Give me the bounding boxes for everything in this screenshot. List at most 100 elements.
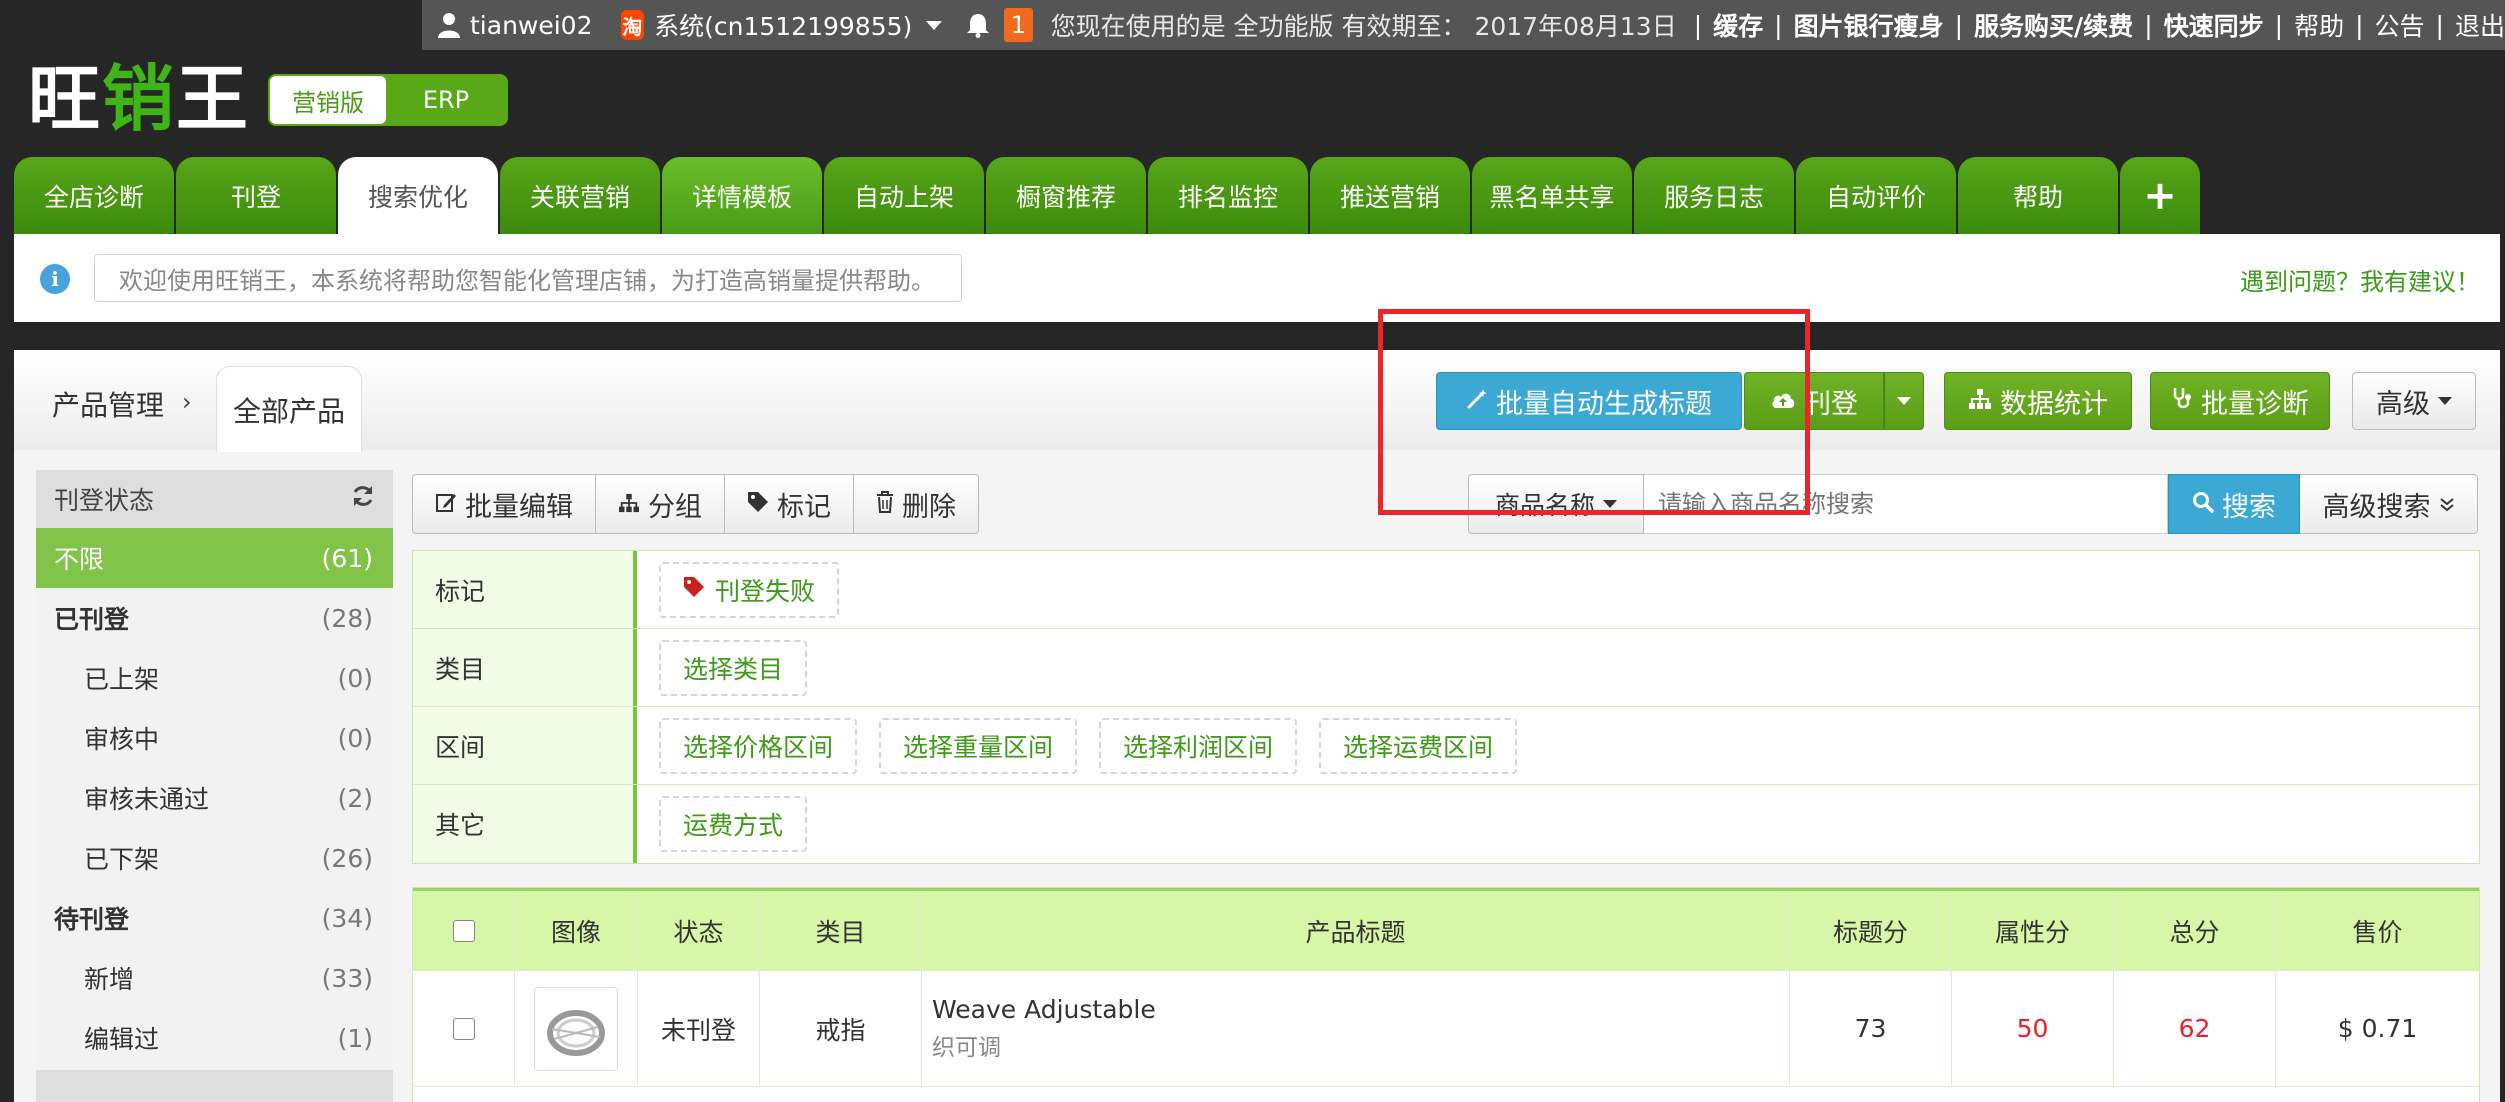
info-icon: i	[40, 264, 70, 294]
system-selector[interactable]: 系统(cn1512199855)	[654, 7, 912, 43]
row-price: $ 0.71	[2337, 1014, 2418, 1043]
delete-button[interactable]: 删除	[854, 475, 978, 533]
service-purchase-link[interactable]: 服务购买/续费	[1974, 7, 2133, 43]
publish-dropdown-button[interactable]	[1884, 372, 1924, 430]
filter-weight-range[interactable]: 选择重量区间	[879, 717, 1078, 774]
chevron-down-icon[interactable]	[926, 20, 943, 30]
header-total-score[interactable]: 总分	[2114, 891, 2276, 970]
tab-related-marketing[interactable]: 关联营销	[500, 157, 660, 234]
image-bank-link[interactable]: 图片银行瘦身	[1794, 7, 1944, 43]
breadcrumb-root[interactable]: 产品管理	[52, 384, 164, 424]
cache-link[interactable]: 缓存	[1713, 7, 1763, 43]
double-chevron-down-icon	[2439, 489, 2455, 520]
row-title-en: Weave Adjustable	[932, 995, 1156, 1024]
filter-row-other: 其它 运费方式	[413, 785, 2479, 863]
announcement-link[interactable]: 公告	[2375, 7, 2425, 43]
erp-version-button[interactable]: ERP	[386, 76, 506, 124]
table-row	[413, 1086, 2479, 1102]
filter-shipping-range[interactable]: 选择运费区间	[1319, 717, 1518, 774]
breadcrumb-separator: ›	[182, 388, 192, 416]
marketing-version-button[interactable]: 营销版	[270, 76, 386, 124]
sidebar-item-published[interactable]: 已刊登 (28)	[36, 588, 393, 648]
mark-button[interactable]: 标记	[725, 475, 854, 533]
user-icon	[438, 10, 460, 40]
username[interactable]: tianwei02	[470, 11, 593, 40]
publish-status-sidebar: 刊登状态 不限 (61) 已刊登 (28) 已上架 (0) 审核中 (0) 审核未通过(…	[36, 470, 393, 1102]
breadcrumb-current-tab[interactable]: 全部产品	[216, 366, 362, 452]
chevron-down-icon	[2438, 397, 2452, 405]
header-status[interactable]: 状态	[638, 891, 760, 970]
group-button[interactable]: 分组	[596, 475, 725, 533]
row-title-score: 73	[1790, 971, 1952, 1086]
quick-sync-link[interactable]: 快速同步	[2164, 7, 2264, 43]
main-nav-tabs: 全店诊断 刊登 搜索优化 关联营销 详情模板 自动上架 橱窗推荐 排名监控 推送…	[14, 157, 2202, 234]
tab-search-optimization[interactable]: 搜索优化	[338, 157, 498, 234]
sidebar-header: 刊登状态	[36, 470, 393, 528]
sidebar-item-review-failed[interactable]: 审核未通过 (2)	[36, 768, 393, 828]
header-image: 图像	[515, 891, 638, 970]
filter-label: 区间	[413, 707, 637, 784]
tab-store-diagnosis[interactable]: 全店诊断	[14, 157, 174, 234]
sidebar-item-under-review[interactable]: 审核中 (0)	[36, 708, 393, 768]
data-stats-button[interactable]: 数据统计	[1944, 372, 2132, 430]
tab-add[interactable]: +	[2120, 157, 2200, 234]
table-header: 图像 状态 类目 产品标题 标题分 属性分 总分 售价	[413, 888, 2479, 970]
tab-blacklist-share[interactable]: 黑名单共享	[1472, 157, 1632, 234]
filter-label: 类目	[413, 629, 637, 706]
filter-row-mark: 标记 刊登失败	[413, 551, 2479, 629]
row-checkbox[interactable]	[452, 1017, 475, 1040]
tab-help[interactable]: 帮助	[1958, 157, 2118, 234]
filter-price-range[interactable]: 选择价格区间	[659, 717, 858, 774]
product-thumbnail[interactable]	[534, 986, 618, 1071]
help-link[interactable]: 帮助	[2294, 7, 2344, 43]
highlight-annotation-box	[1378, 309, 1810, 515]
tag-icon	[683, 575, 705, 604]
filter-publish-failed[interactable]: 刊登失败	[659, 561, 840, 618]
select-all-cell	[413, 891, 515, 970]
tab-auto-review[interactable]: 自动评价	[1796, 157, 1956, 234]
sidebar-item-pending[interactable]: 待刊登 (34)	[36, 888, 393, 948]
tab-service-log[interactable]: 服务日志	[1634, 157, 1794, 234]
advanced-search-button[interactable]: 高级搜索	[2300, 474, 2478, 534]
taobao-icon: 淘	[620, 10, 645, 40]
filter-shipping-method[interactable]: 运费方式	[659, 796, 808, 852]
sidebar-item-new[interactable]: 新增 (33)	[36, 948, 393, 1008]
tab-detail-template[interactable]: 详情模板	[662, 157, 822, 234]
filter-select-category[interactable]: 选择类目	[659, 639, 808, 696]
stethoscope-icon	[2171, 386, 2193, 417]
app-logo[interactable]: 旺销王	[28, 40, 250, 145]
advanced-dropdown-button[interactable]: 高级	[2352, 372, 2476, 430]
logout-link[interactable]: 退出	[2455, 7, 2505, 43]
batch-edit-button[interactable]: 批量编辑	[413, 475, 596, 533]
sidebar-item-edited[interactable]: 编辑过 (1)	[36, 1008, 393, 1068]
sidebar-item-off-shelf[interactable]: 已下架 (26)	[36, 828, 393, 888]
search-button[interactable]: 搜索	[2168, 474, 2300, 534]
sitemap-icon	[618, 489, 640, 520]
sidebar-item-on-shelf[interactable]: 已上架 (0)	[36, 648, 393, 708]
sidebar-next-section	[36, 1070, 393, 1102]
filter-label: 其它	[413, 785, 637, 863]
search-icon	[2192, 489, 2214, 520]
tab-publish[interactable]: 刊登	[176, 157, 336, 234]
batch-diagnose-button[interactable]: 批量诊断	[2150, 372, 2330, 430]
header-category[interactable]: 类目	[760, 891, 922, 970]
table-row: 未刊登 戒指 Weave Adjustable 织可调 73 50 62 $ 0…	[413, 970, 2479, 1086]
tab-auto-listing[interactable]: 自动上架	[824, 157, 984, 234]
welcome-message: 欢迎使用旺销王，本系统将帮助您智能化管理店铺，为打造高销量提供帮助。	[94, 254, 962, 302]
feedback-link[interactable]: 遇到问题？我有建议！	[2240, 262, 2480, 297]
header-price[interactable]: 售价	[2276, 891, 2479, 970]
header-title-score[interactable]: 标题分	[1790, 891, 1952, 970]
tab-rank-monitor[interactable]: 排名监控	[1148, 157, 1308, 234]
sidebar-item-all[interactable]: 不限 (61)	[36, 528, 393, 588]
header-attr-score[interactable]: 属性分	[1952, 891, 2114, 970]
header-title[interactable]: 产品标题	[922, 891, 1790, 970]
notification-badge[interactable]: 1	[1004, 8, 1033, 42]
filter-profit-range[interactable]: 选择利润区间	[1099, 717, 1298, 774]
bell-icon[interactable]	[966, 11, 990, 39]
select-all-checkbox[interactable]	[452, 919, 475, 942]
row-title[interactable]: Weave Adjustable 织可调	[922, 971, 1790, 1086]
tab-window-recommend[interactable]: 橱窗推荐	[986, 157, 1146, 234]
edit-icon	[435, 489, 457, 520]
refresh-icon[interactable]	[351, 484, 375, 514]
tab-push-marketing[interactable]: 推送营销	[1310, 157, 1470, 234]
